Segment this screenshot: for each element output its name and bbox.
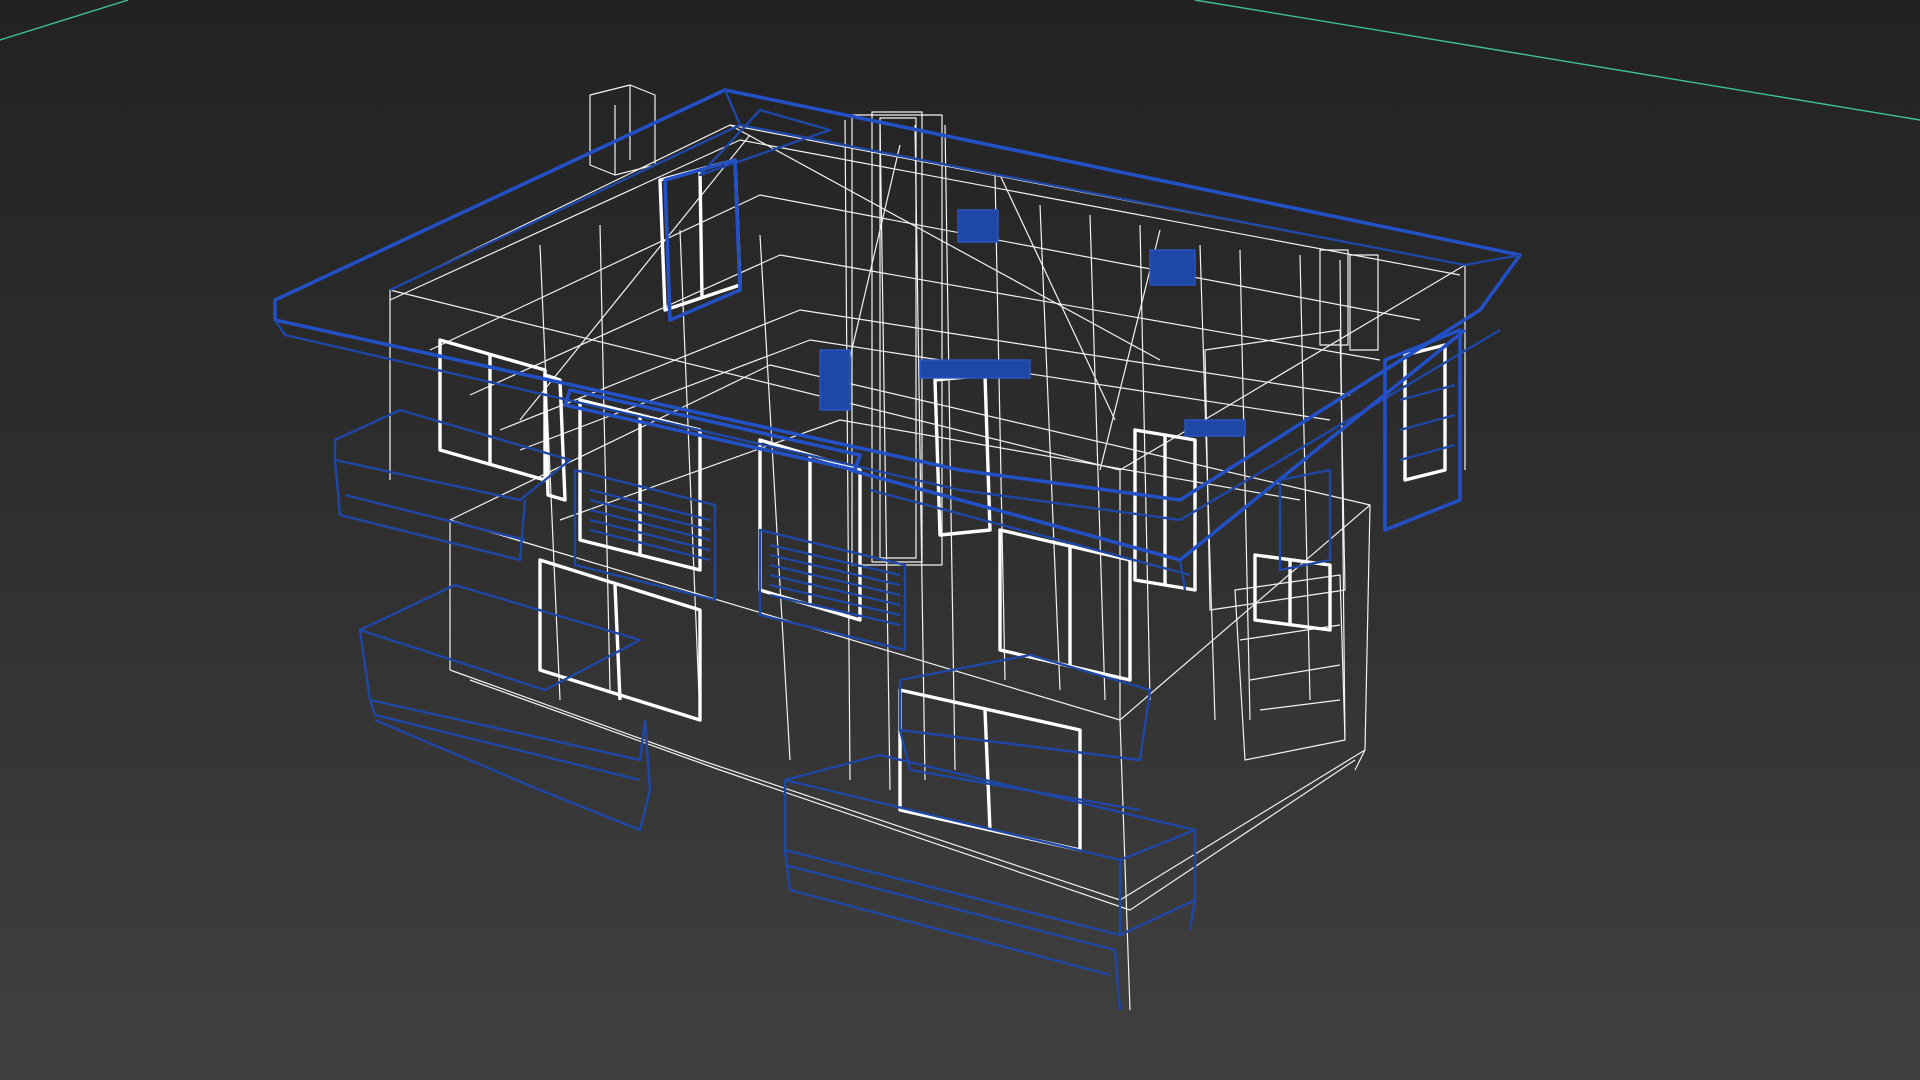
house-walls-wireframe[interactable] [389, 84, 1466, 1011]
wireframe-house-scene[interactable] [0, 0, 1920, 1080]
balconies-wireframe[interactable] [333, 328, 1467, 1011]
3d-viewport[interactable] [0, 0, 1920, 1080]
balcony-railing [589, 488, 901, 627]
grid-axis-lines [0, 0, 1920, 121]
